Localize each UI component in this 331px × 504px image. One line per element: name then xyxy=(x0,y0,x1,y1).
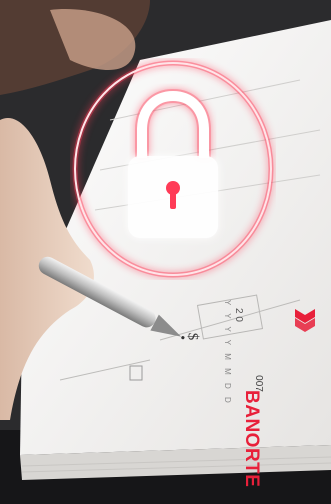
cheque-number: 007 xyxy=(252,375,264,392)
banorte-logo-icon xyxy=(295,309,315,332)
cheque-date-format: Y Y Y Y M M D D xyxy=(223,300,232,406)
lock-icon xyxy=(72,60,274,278)
cheque-date-digits: 2 0 xyxy=(233,308,244,322)
amount-sign: $ xyxy=(184,332,201,341)
security-illustration-screen: BANORTE 2 0 Y Y Y Y M M D D $ 007 xyxy=(0,0,331,504)
brand-name: BANORTE xyxy=(241,390,262,488)
